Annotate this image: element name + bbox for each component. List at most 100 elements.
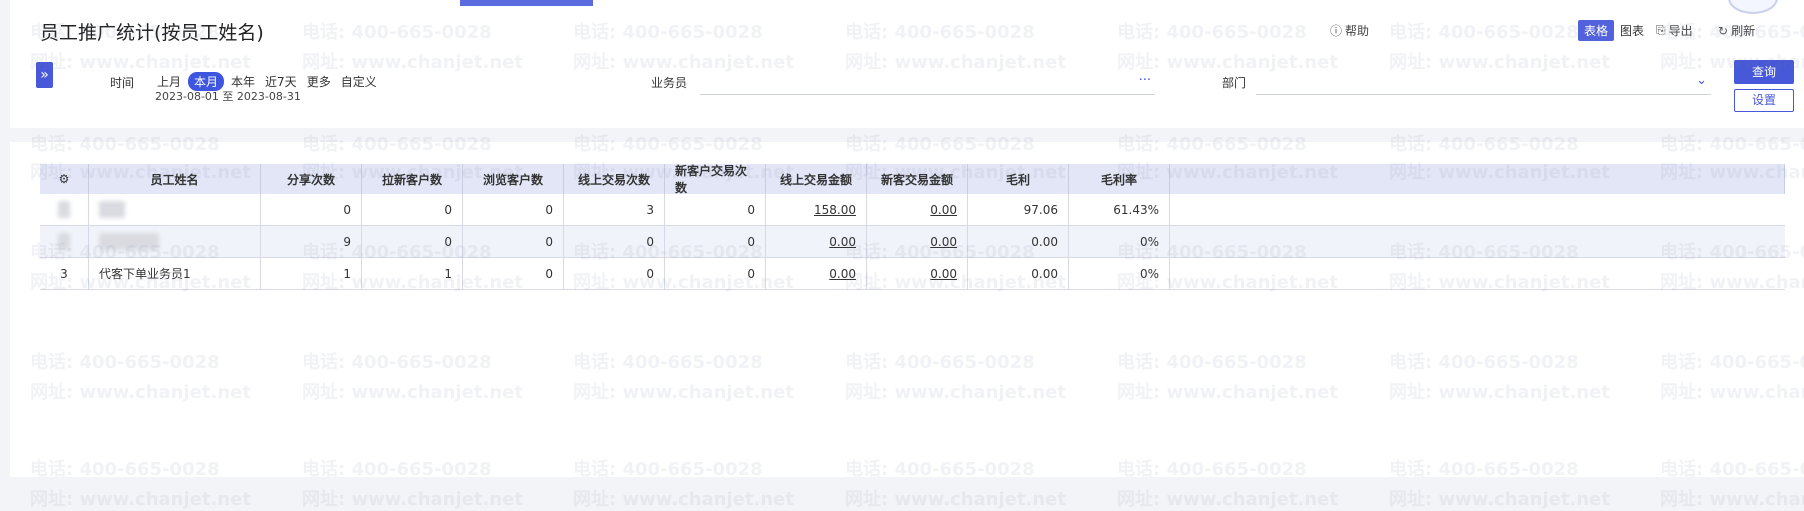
chevron-down-icon[interactable]: ⌄ (1696, 73, 1707, 88)
cell-online-tx: 3 (564, 194, 665, 225)
table-header: ⚙ 员工姓名 分享次数 拉新客户数 浏览客户数 线上交易次数 新客户交易次数 线上交易金额新… (40, 164, 1785, 195)
export-button[interactable]: ⎘ 导出 (1656, 22, 1693, 39)
view-chart-button[interactable]: 图表 (1614, 20, 1650, 41)
watermark-phone: 电话: 400-665-0028 (302, 352, 492, 373)
salesperson-label: 业务员 (651, 76, 688, 90)
watermark-phone: 电话: 400-665-0028 (845, 22, 1035, 43)
watermark-phone: 电话: 400-665-0028 (302, 459, 492, 480)
watermark-site: 网址: www.chanjet.net (1660, 382, 1804, 403)
watermark-phone: 电话: 400-665-0028 (1117, 22, 1307, 43)
cell-new-amount[interactable]: 0.00 (867, 258, 968, 289)
column-header[interactable]: 新客交易金额 (867, 164, 968, 194)
watermark-site: 网址: www.chanjet.net (845, 489, 1066, 510)
amount-link[interactable]: 0.00 (930, 267, 957, 281)
watermark-phone: 电话: 400-665-0028 (30, 459, 220, 480)
amount-link[interactable]: 0.00 (829, 235, 856, 249)
view-switch: 表格 图表 (1578, 20, 1650, 41)
settings-button[interactable]: 设置 (1734, 89, 1794, 112)
query-button[interactable]: 查询 (1734, 60, 1794, 84)
table-row[interactable]: 0 0 0 3 0 158.00 0.00 97.06 61.43% (40, 194, 1785, 226)
time-chip[interactable]: 更多 (304, 72, 334, 91)
cell-share: 1 (261, 258, 362, 289)
cell-online-tx: 0 (564, 258, 665, 289)
column-header[interactable]: 毛利 (968, 164, 1069, 194)
column-header[interactable]: 员工姓名 (89, 164, 261, 194)
refresh-button[interactable]: ↻ 刷新 (1718, 22, 1755, 39)
salesperson-field[interactable]: ··· (700, 72, 1155, 95)
cell-new-amount[interactable]: 0.00 (867, 194, 968, 225)
cell-gross: 0.00 (968, 226, 1069, 257)
cell-margin: 61.43% (1069, 194, 1170, 225)
amount-link[interactable]: 0.00 (829, 267, 856, 281)
cell-new-customers: 0 (362, 194, 463, 225)
row-filler (1170, 194, 1785, 225)
watermark-site: 网址: www.chanjet.net (1389, 382, 1610, 403)
row-filler (1170, 226, 1785, 257)
export-label: 导出 (1668, 24, 1693, 38)
watermark-site: 网址: www.chanjet.net (573, 52, 794, 73)
cell-online-tx: 0 (564, 226, 665, 257)
watermark-site: 网址: www.chanjet.net (845, 382, 1066, 403)
watermark-site: 网址: www.chanjet.net (30, 489, 251, 510)
report-table: ⚙ 员工姓名 分享次数 拉新客户数 浏览客户数 线上交易次数 新客户交易次数 线上交易金额新… (40, 164, 1785, 290)
column-header[interactable]: 分享次数 (261, 164, 362, 194)
column-header[interactable]: 新客户交易次数 (665, 164, 766, 195)
watermark-phone: 电话: 400-665-0028 (302, 22, 492, 43)
watermark-phone: 电话: 400-665-0028 (1389, 459, 1579, 480)
column-header[interactable]: 线上交易金额 (766, 164, 867, 194)
more-icon[interactable]: ··· (1139, 73, 1151, 88)
watermark-phone: 电话: 400-665-0028 (845, 352, 1035, 373)
cell-online-amount[interactable]: 0.00 (766, 226, 867, 257)
amount-link[interactable]: 158.00 (814, 203, 856, 217)
watermark-site: 网址: www.chanjet.net (1389, 52, 1610, 73)
cell-gross: 97.06 (968, 194, 1069, 225)
amount-link[interactable]: 0.00 (930, 203, 957, 217)
watermark-phone: 电话: 400-665-0028 (573, 22, 763, 43)
watermark-site: 网址: www.chanjet.net (1117, 382, 1338, 403)
row-number (40, 194, 89, 225)
watermark-site: 网址: www.chanjet.net (302, 382, 523, 403)
row-number: 3 (40, 258, 89, 289)
watermark-site: 网址: www.chanjet.net (845, 52, 1066, 73)
redacted-block (58, 233, 70, 250)
cell-new-customers: 1 (362, 258, 463, 289)
cell-share: 9 (261, 226, 362, 257)
help-button[interactable]: ⓘ 帮助 (1330, 22, 1369, 39)
watermark-site: 网址: www.chanjet.net (302, 489, 523, 510)
cell-online-amount[interactable]: 158.00 (766, 194, 867, 225)
avatar[interactable] (1728, 0, 1778, 14)
gear-icon: ⚙ (58, 172, 70, 186)
watermark-phone: 电话: 400-665-0028 (573, 459, 763, 480)
cell-gross: 0.00 (968, 258, 1069, 289)
watermark-phone: 电话: 400-665-0028 (1660, 459, 1804, 480)
department-label: 部门 (1222, 76, 1247, 90)
watermark-site: 网址: www.chanjet.net (30, 52, 251, 73)
column-header[interactable]: 线上交易次数 (564, 164, 665, 194)
table-row[interactable]: 3 代客下单业务员1 1 1 0 0 0 0.00 0.00 0.00 0% (40, 258, 1785, 290)
watermark-site: 网址: www.chanjet.net (30, 382, 251, 403)
expand-panel-button[interactable]: » (36, 62, 53, 88)
table-row[interactable]: 9 0 0 0 0 0.00 0.00 0.00 0% (40, 226, 1785, 258)
amount-link[interactable]: 0.00 (930, 235, 957, 249)
section-divider (10, 128, 1804, 142)
cell-new-amount[interactable]: 0.00 (867, 226, 968, 257)
cell-online-amount[interactable]: 0.00 (766, 258, 867, 289)
view-table-button[interactable]: 表格 (1578, 20, 1615, 41)
row-filler (1170, 258, 1785, 289)
redacted-name (99, 201, 125, 218)
cell-new-tx: 0 (665, 194, 766, 225)
column-header[interactable]: 毛利率 (1069, 164, 1170, 194)
time-chip[interactable]: 自定义 (338, 72, 380, 91)
watermark-phone: 电话: 400-665-0028 (30, 352, 220, 373)
cell-name: 代客下单业务员1 (89, 258, 261, 289)
watermark-phone: 电话: 400-665-0028 (845, 459, 1035, 480)
column-header[interactable]: 浏览客户数 (463, 164, 564, 194)
watermark-phone: 电话: 400-665-0028 (1117, 352, 1307, 373)
cell-new-customers: 0 (362, 226, 463, 257)
watermark-phone: 电话: 400-665-0028 (573, 352, 763, 373)
column-header[interactable]: 拉新客户数 (362, 164, 463, 194)
watermark-site: 网址: www.chanjet.net (573, 382, 794, 403)
department-field[interactable]: ⌄ (1256, 72, 1711, 95)
column-settings-button[interactable]: ⚙ (40, 164, 89, 194)
top-tab-indicator (460, 0, 593, 6)
